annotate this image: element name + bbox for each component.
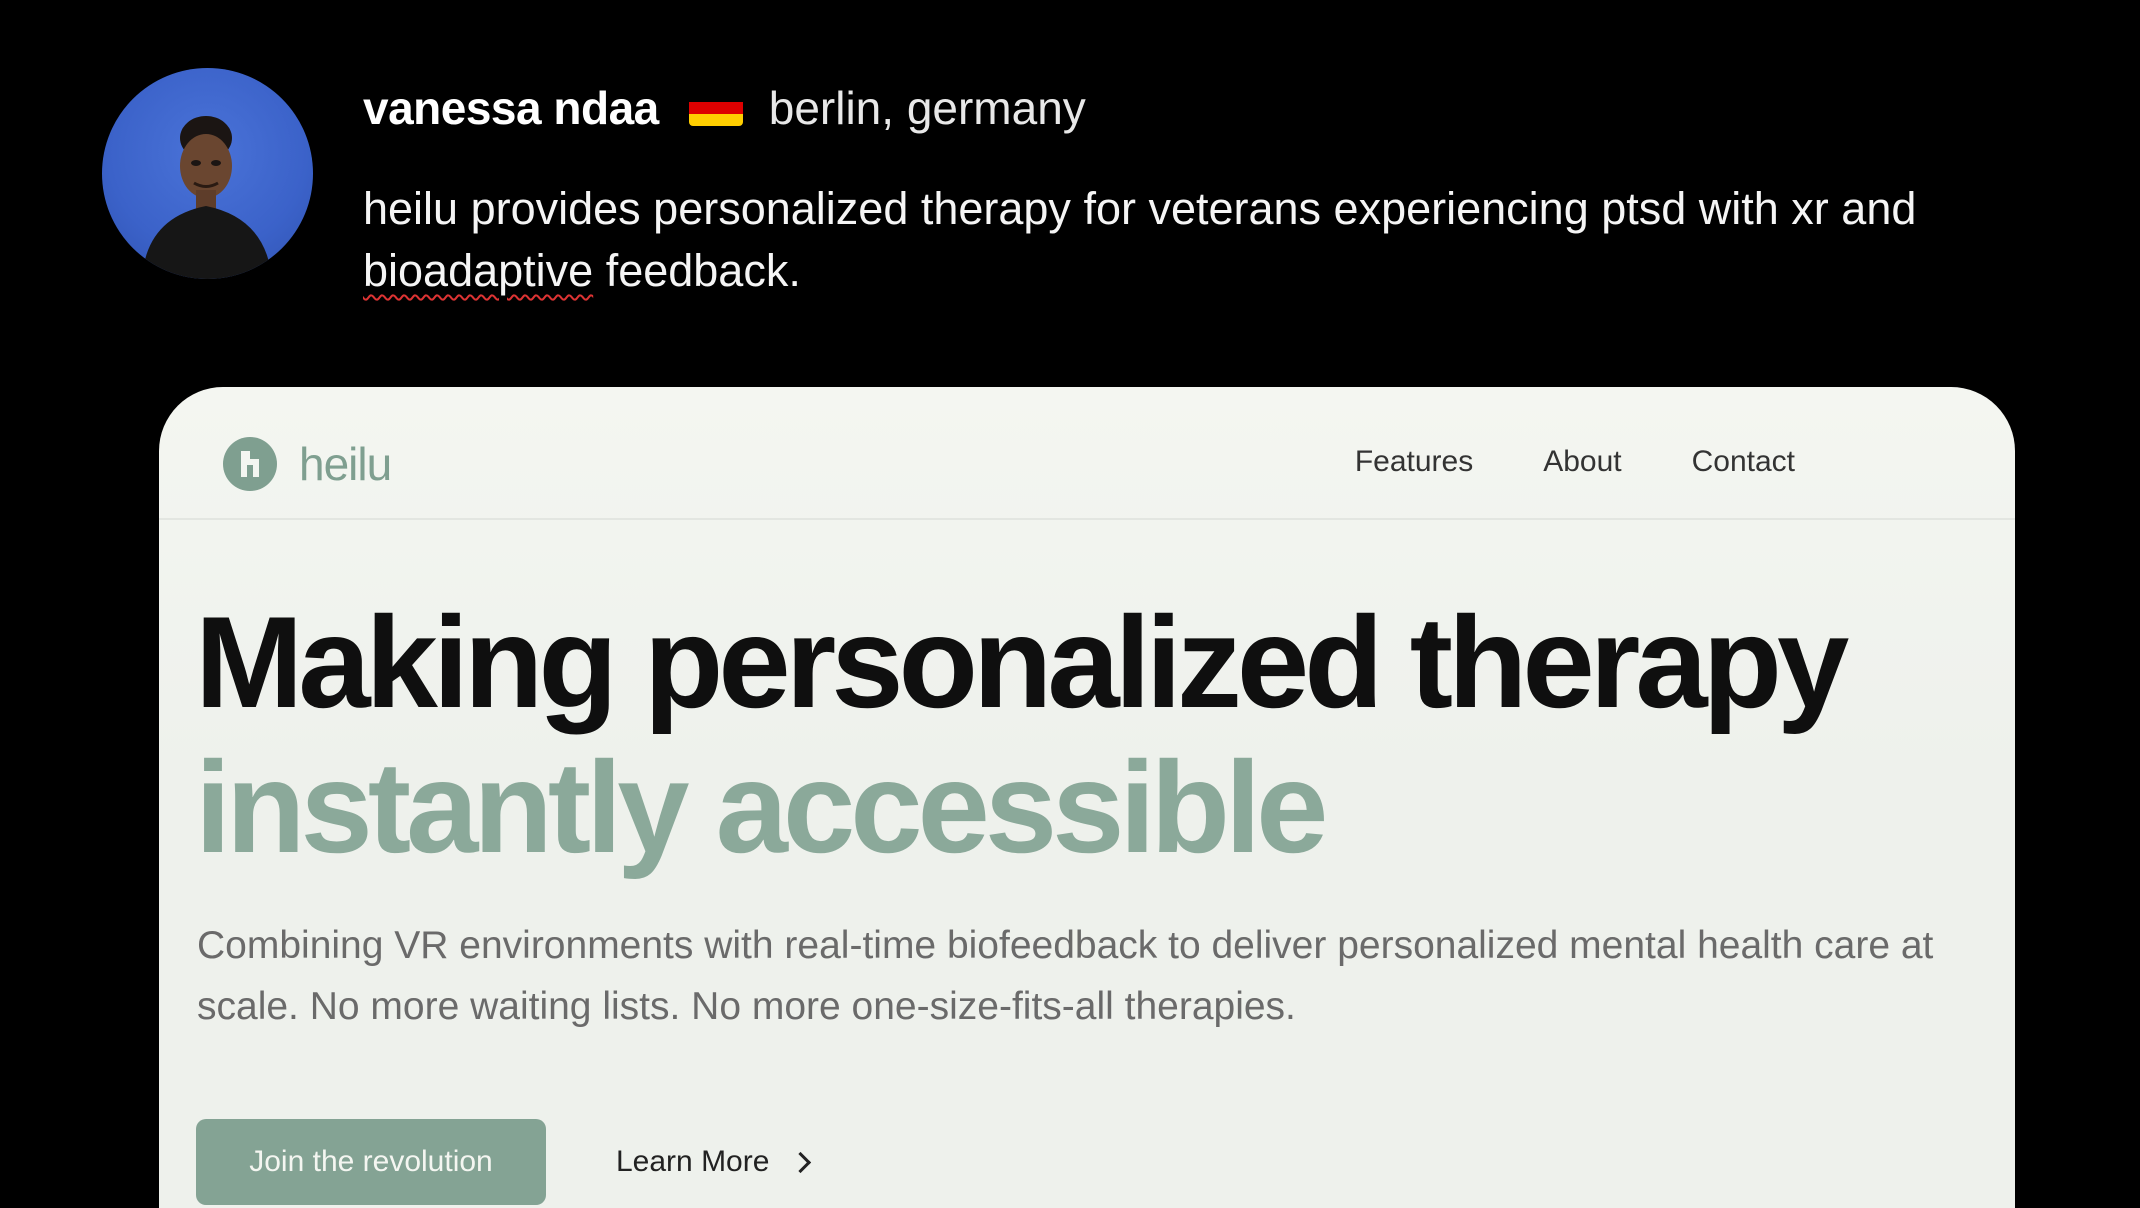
author-header: vanessa ndaa berlin, germany bbox=[363, 78, 1086, 138]
hero-headline-accent: instantly accessible bbox=[195, 734, 1328, 880]
project-description: heilu provides personalized therapy for … bbox=[363, 178, 2003, 302]
website-screenshot-card: heilu Features About Contact Making pers… bbox=[159, 387, 2015, 1208]
bio-text-start: heilu provides personalized therapy for … bbox=[363, 183, 1917, 234]
nav-links: Features About Contact bbox=[1355, 445, 1795, 479]
heilu-logo-icon bbox=[223, 437, 277, 491]
join-revolution-button[interactable]: Join the revolution bbox=[196, 1119, 546, 1205]
join-revolution-label: Join the revolution bbox=[249, 1145, 493, 1178]
hero-headline: Making personalized therapy bbox=[195, 589, 1849, 735]
nav-link-contact[interactable]: Contact bbox=[1692, 445, 1795, 479]
logo-text: heilu bbox=[299, 438, 392, 490]
bio-spellcheck-word: bioadaptive bbox=[363, 245, 594, 296]
author-location: berlin, germany bbox=[768, 82, 1086, 134]
nav-link-features[interactable]: Features bbox=[1355, 445, 1473, 479]
nav-link-about[interactable]: About bbox=[1543, 445, 1621, 479]
site-logo[interactable]: heilu bbox=[223, 437, 392, 491]
author-name: vanessa ndaa bbox=[363, 82, 659, 134]
author-avatar bbox=[102, 68, 313, 279]
hero-description: Combining VR environments with real-time… bbox=[197, 924, 1934, 1028]
site-navbar: heilu Features About Contact bbox=[159, 387, 2015, 520]
learn-more-label: Learn More bbox=[616, 1145, 770, 1178]
chevron-right-icon bbox=[790, 1151, 812, 1173]
learn-more-button[interactable]: Learn More bbox=[616, 1119, 812, 1205]
germany-flag-icon bbox=[688, 90, 743, 126]
bio-text-end: feedback. bbox=[593, 245, 801, 296]
